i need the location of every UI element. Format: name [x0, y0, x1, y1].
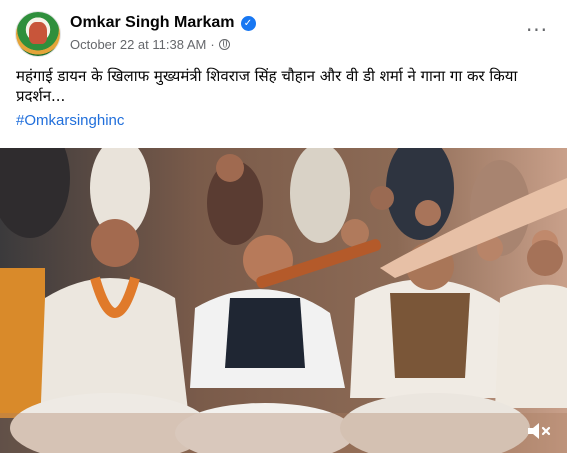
globe-icon[interactable] — [218, 39, 230, 50]
post-card: Omkar Singh Markam ✓ October 22 at 11:38… — [0, 0, 567, 453]
avatar[interactable] — [16, 12, 60, 56]
more-options-icon[interactable]: ··· — [523, 20, 551, 44]
post-header: Omkar Singh Markam ✓ October 22 at 11:38… — [16, 12, 555, 60]
video-frame — [0, 148, 567, 453]
verified-check-icon: ✓ — [240, 15, 256, 31]
volume-muted-icon[interactable] — [525, 419, 553, 443]
hashtag-link[interactable]: #Omkarsinghinc — [16, 112, 124, 129]
post-text: महंगाई डायन के खिलाफ मुख्यमंत्री शिवराज … — [16, 67, 518, 105]
author-row: Omkar Singh Markam ✓ — [70, 14, 256, 32]
author-name[interactable]: Omkar Singh Markam — [70, 14, 235, 32]
meta-separator: · — [210, 37, 215, 52]
post-timestamp[interactable]: October 22 at 11:38 AM — [70, 37, 206, 52]
post-meta: October 22 at 11:38 AM · — [70, 37, 230, 52]
video-player[interactable] — [0, 148, 567, 453]
